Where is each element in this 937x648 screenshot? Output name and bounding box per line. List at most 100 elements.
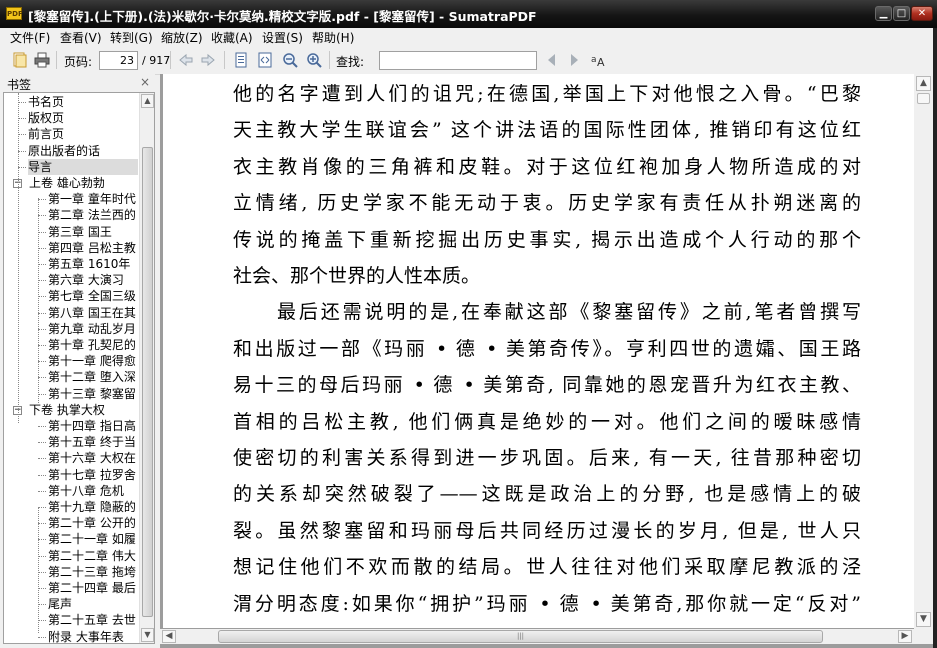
bookmark-item[interactable]: 第十章 孔契尼的 [48, 337, 138, 353]
document-scroll-thumb[interactable] [917, 93, 930, 104]
bookmark-item[interactable]: 尾声 [48, 596, 138, 612]
bookmark-item[interactable]: 第九章 动乱岁月 [48, 321, 138, 337]
bookmark-item[interactable]: 第四章 吕松主教 [48, 240, 138, 256]
bookmark-item[interactable]: 第十七章 拉罗舍 [48, 467, 138, 483]
scroll-right-arrow[interactable]: ▶ [898, 630, 912, 643]
find-prev-icon[interactable] [544, 52, 560, 68]
svg-text:a: a [591, 55, 597, 65]
document-horizontal-scrollbar[interactable]: ◀ ||| ▶ [160, 629, 914, 644]
fit-page-icon[interactable] [233, 52, 249, 68]
tree-connector [38, 199, 46, 201]
maximize-icon: □ [896, 8, 907, 19]
text-line: 使密切的利害关系得到进一步巩固。后来, 有一天, 往昔那种密切 [233, 447, 861, 469]
bookmark-item[interactable]: 第五章 1610年 [48, 256, 138, 272]
minimize-button[interactable]: ▁ [875, 6, 892, 21]
close-button[interactable]: ✕ [911, 6, 933, 21]
document-view[interactable]: 他的名字遭到人们的诅咒;在德国,举国上下对他恨之入骨。“巴黎 天主教大学生联谊会”… [160, 74, 937, 648]
match-case-icon[interactable]: a A [590, 52, 606, 68]
tree-connector [38, 523, 46, 525]
bookmark-item[interactable]: 第十九章 隐蔽的 [48, 499, 138, 515]
bookmark-item[interactable]: 书名页 [28, 94, 138, 110]
bookmark-item[interactable]: 上卷 雄心勃勃 [29, 175, 138, 191]
open-icon[interactable] [12, 52, 28, 68]
tree-connector [38, 393, 46, 395]
bookmark-item[interactable]: 导言 [28, 158, 138, 175]
bookmark-item[interactable]: 前言页 [28, 126, 138, 142]
tree-connector [38, 571, 46, 573]
tree-connector [38, 604, 46, 606]
bookmark-item[interactable]: 第二十五章 去世 [48, 612, 138, 628]
scroll-left-arrow[interactable]: ◀ [162, 630, 176, 643]
menu-favorites[interactable]: 收藏(A) [211, 29, 253, 46]
close-sidebar-icon[interactable]: × [140, 75, 150, 89]
text-line: 的关系却突然破裂了——这既是政治上的分野, 也是感情上的破 [233, 483, 861, 506]
scroll-up-arrow[interactable]: ▲ [141, 94, 154, 108]
scroll-down-arrow[interactable]: ▼ [916, 612, 931, 627]
bookmarks-scroll-thumb[interactable] [142, 147, 153, 617]
print-icon[interactable] [34, 52, 50, 68]
menu-help[interactable]: 帮助(H) [312, 29, 354, 46]
zoom-in-icon[interactable] [306, 52, 322, 68]
menu-zoom[interactable]: 缩放(Z) [161, 29, 203, 46]
bookmark-item[interactable]: 第十六章 大权在 [48, 450, 138, 466]
text-line: 易十三的母后玛丽 • 德 • 美第奇, 同靠她的恩宠晋升为红衣主教、 [233, 374, 861, 397]
bookmark-item[interactable]: 第二十章 公开的 [48, 515, 138, 531]
tree-connector [38, 490, 46, 492]
menu-settings[interactable]: 设置(S) [262, 29, 303, 46]
menu-file[interactable]: 文件(F) [10, 29, 50, 46]
find-next-icon[interactable] [566, 52, 582, 68]
tree-connector [38, 198, 39, 403]
page-number-input[interactable]: 23 [99, 51, 138, 70]
bookmark-item[interactable]: 第六章 大演习 [48, 272, 138, 288]
bookmark-item[interactable]: 原出版者的话 [28, 143, 138, 159]
bookmark-item[interactable]: 第十三章 黎塞留 [48, 386, 138, 402]
bookmark-item[interactable]: 第二十四章 最后 [48, 580, 138, 596]
scroll-up-arrow[interactable]: ▲ [916, 76, 931, 91]
close-icon: ✕ [917, 8, 927, 19]
bookmark-item[interactable]: 第十四章 指日高 [48, 418, 138, 434]
bookmark-item[interactable]: 第七章 全国三级 [48, 288, 138, 304]
bookmark-item[interactable]: 第八章 国王在其 [48, 305, 138, 321]
bookmark-item[interactable]: 第二十二章 伟大 [48, 548, 138, 564]
tree-connector [38, 280, 46, 282]
toolbar-separator [224, 51, 225, 69]
pdf-page[interactable]: 他的名字遭到人们的诅咒;在德国,举国上下对他恨之入骨。“巴黎 天主教大学生联谊会”… [163, 74, 916, 628]
menu-goto[interactable]: 转到(G) [110, 29, 153, 46]
next-page-icon[interactable] [200, 52, 216, 68]
scrollbar-corner [914, 629, 933, 644]
tree-connector [38, 361, 46, 363]
fit-width-icon[interactable] [257, 52, 273, 68]
bookmark-item[interactable]: 第十八章 危机 [48, 483, 138, 499]
text-line: 他的名字遭到人们的诅咒;在德国,举国上下对他恨之入骨。“巴黎 [233, 83, 861, 105]
title-bar[interactable]: PDF [黎塞留传].(上下册).(法)米歇尔·卡尔莫纳.精校文字版.pdf -… [0, 0, 937, 29]
bookmark-item[interactable]: 附录 大事年表 [48, 629, 138, 643]
document-vertical-scrollbar[interactable]: ▲ ▼ [914, 74, 933, 629]
scroll-down-arrow[interactable]: ▼ [141, 628, 154, 642]
tree-connector [18, 188, 19, 423]
bookmark-item[interactable]: 第十一章 爬得愈 [48, 353, 138, 369]
bookmarks-tree[interactable]: 书名页 版权页 前言页 原出版者的话 导言 上卷 雄心勃勃 − 第一章 童年时代 第二章 法兰西… [3, 92, 155, 644]
zoom-out-icon[interactable] [282, 52, 298, 68]
bookmark-item[interactable]: 版权页 [28, 110, 138, 126]
text-line: 和出版过一部《玛丽 • 德 • 美第奇传》。亨利四世的遗孀、国王路 [233, 337, 861, 360]
sumatra-app-icon[interactable]: PDF [6, 7, 23, 20]
bookmark-item[interactable]: 第一章 童年时代 [48, 191, 138, 207]
bookmarks-scrollbar[interactable]: ▲ ▼ [139, 93, 154, 643]
bookmark-item[interactable]: 第二章 法兰西的 [48, 207, 138, 223]
tree-connector [38, 474, 46, 476]
text-line: 传说的掩盖下重新挖掘出历史事实, 揭示出造成个人行动的那个 [233, 228, 861, 251]
horizontal-scroll-thumb[interactable]: ||| [218, 630, 823, 643]
prev-page-icon[interactable] [178, 52, 194, 68]
bookmark-item[interactable]: 第二十三章 拖垮 [48, 564, 138, 580]
maximize-button[interactable]: □ [893, 6, 910, 21]
bookmark-item[interactable]: 第二十一章 如履 [48, 531, 138, 547]
menu-view[interactable]: 查看(V) [60, 29, 102, 46]
bookmark-item[interactable]: 第十二章 堕入深 [48, 369, 138, 385]
text-line: 最后还需说明的是,在奉献这部《黎塞留传》之前,笔者曾撰写 [277, 301, 861, 324]
tree-connector [38, 539, 46, 541]
tree-connector [38, 458, 46, 460]
bookmark-item[interactable]: 下卷 执掌大权 [29, 402, 138, 418]
bookmark-item[interactable]: 第三章 国王 [48, 224, 138, 240]
bookmark-item[interactable]: 第十五章 终于当 [48, 434, 138, 450]
find-input[interactable] [379, 51, 537, 70]
